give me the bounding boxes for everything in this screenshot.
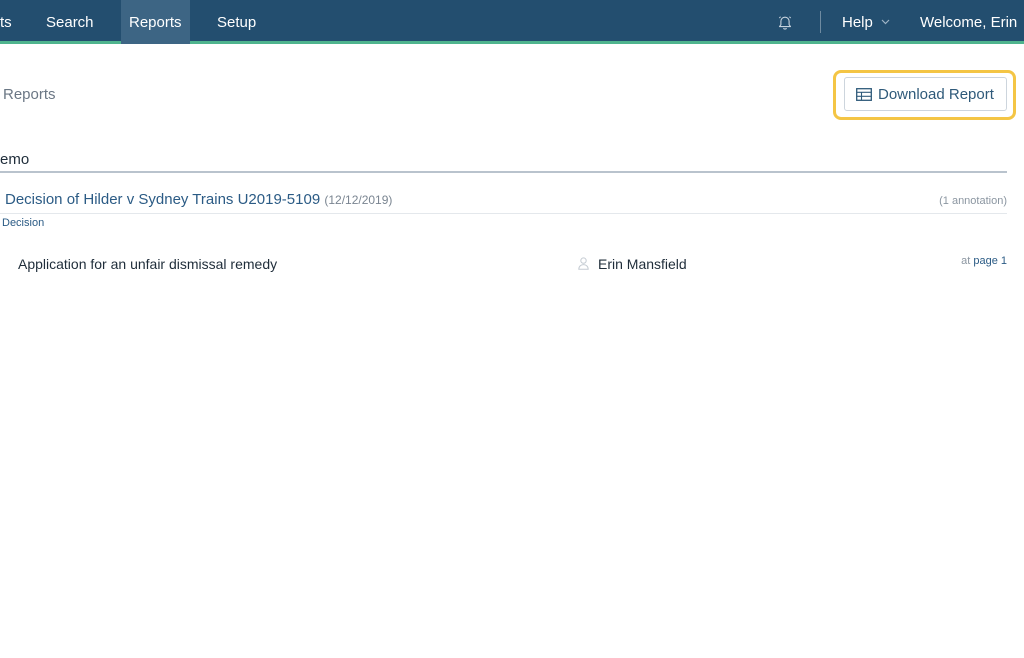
annotation-page-prefix: at bbox=[961, 255, 971, 267]
document-divider bbox=[0, 213, 1007, 214]
annotation-count: (1 annotation) bbox=[939, 195, 1007, 207]
chevron-down-icon[interactable] bbox=[881, 19, 890, 25]
welcome-user[interactable]: Welcome, Erin bbox=[920, 0, 1017, 44]
annotation-page-ref: at page 1 bbox=[961, 255, 1007, 267]
help-menu[interactable]: Help bbox=[842, 0, 873, 44]
nav-item-reports[interactable]: Reports bbox=[121, 0, 190, 44]
download-report-label: Download Report bbox=[878, 86, 994, 103]
bell-icon[interactable] bbox=[777, 15, 793, 31]
annotation-user: Erin Mansfield bbox=[598, 256, 687, 272]
section-divider bbox=[0, 171, 1007, 173]
download-report-button[interactable]: Download Report bbox=[844, 77, 1007, 111]
section-title: emo bbox=[0, 151, 30, 168]
document-date: (12/12/2019) bbox=[324, 193, 393, 207]
table-icon bbox=[856, 88, 872, 101]
annotation-page-link[interactable]: page 1 bbox=[973, 255, 1007, 267]
nav-item-setup[interactable]: Setup bbox=[217, 0, 256, 44]
document-title-link[interactable]: Decision of Hilder v Sydney Trains U2019… bbox=[5, 191, 320, 208]
nav-item-partial[interactable]: ts bbox=[0, 0, 12, 44]
annotation-text: Application for an unfair dismissal reme… bbox=[18, 256, 278, 272]
breadcrumb[interactable]: Reports bbox=[3, 86, 56, 103]
nav-item-search[interactable]: Search bbox=[46, 0, 94, 44]
document-title-row: Decision of Hilder v Sydney Trains U2019… bbox=[5, 191, 392, 208]
top-navigation-bar: ts Search Reports Setup Help Welcome, Er… bbox=[0, 0, 1024, 44]
user-icon bbox=[578, 257, 589, 270]
nav-divider bbox=[820, 11, 821, 33]
document-tag[interactable]: Decision bbox=[2, 217, 44, 229]
